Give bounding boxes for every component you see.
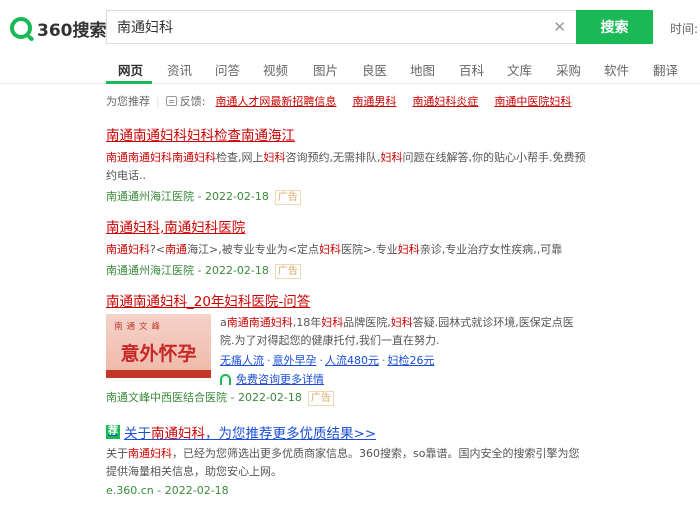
desc-text: ，已经为您筛选出更多优质商家信息。360搜索，so靠谱。国内安全的搜索引擎为您提… (106, 447, 580, 478)
desc-text: 关于 (106, 447, 128, 460)
search-result: 南通南通妇科妇科检查南通海江 南通南通妇科南通妇科检查,网上妇科咨询预约,无需排… (106, 124, 586, 205)
tab-map[interactable]: 地图 (410, 60, 435, 79)
highlight-text: 妇科 (263, 151, 286, 164)
clear-icon[interactable]: ✕ (553, 18, 566, 36)
highlight-text: 妇科 (397, 243, 420, 256)
desc-text: ?< (150, 243, 166, 256)
highlight-text: 妇科 (380, 151, 403, 164)
title-text: ，为您推荐更多优质结果>> (205, 426, 377, 442)
result-title[interactable]: 荐 关于 南通妇科 ，为您推荐更多优质结果>> (106, 422, 586, 442)
ad-image-headline: 意外怀孕 (120, 343, 197, 365)
tab-translate[interactable]: 翻译 (653, 60, 678, 79)
tab-web[interactable]: 网页 (118, 60, 143, 79)
ad-sublink[interactable]: 人流480元 (325, 354, 379, 367)
tab-purchase[interactable]: 采购 (556, 60, 581, 79)
feedback-label[interactable]: 反馈: (180, 93, 206, 109)
result-title[interactable]: 南通南通妇科_20年妇科医院-问答 (106, 290, 586, 310)
highlight-text: 妇科 (321, 316, 344, 329)
result-description: 关于南通妇科，已经为您筛选出更多优质商家信息。360搜索，so靠谱。国内安全的搜… (106, 445, 586, 481)
header: 360搜索 ✕ 搜索 时间: 不限 (0, 0, 700, 56)
logo-ring-icon (10, 17, 32, 39)
ad-sublinks: 无痛人流 · 意外早孕 · 人流480元 · 妇检26元 (220, 352, 580, 368)
highlight-text: 南通妇科 (151, 426, 205, 442)
highlight-text: 南通南通妇科 (226, 316, 293, 329)
recommend-label: 为您推荐 (106, 95, 150, 108)
result-source: 南通通州海江医院 - 2022-02-18 广告 (106, 262, 586, 279)
time-filter[interactable]: 时间: 不限 (670, 20, 700, 37)
tab-qa[interactable]: 问答 (215, 60, 240, 79)
highlight-text: 南通妇科 (128, 447, 172, 460)
separator: · (319, 354, 324, 367)
recommend-link[interactable]: 南通人才网最新招聘信息 (215, 93, 336, 109)
search-button[interactable]: 搜索 (576, 10, 653, 44)
ad-badge: 广告 (274, 190, 301, 205)
logo[interactable]: 360搜索 (10, 14, 107, 42)
tab-news[interactable]: 资讯 (167, 60, 192, 79)
ad-body: a南通南通妇科,18年妇科品牌医院,妇科答疑.园林式就诊环境,医保定点医院.为了… (220, 314, 580, 387)
divider: | (156, 94, 160, 108)
desc-text: 咨询预约,无需排队, (285, 151, 381, 164)
tab-video[interactable]: 视频 (263, 60, 288, 79)
desc-text: 海江>,被专业专业为<定点 (187, 243, 319, 256)
desc-text: a (220, 316, 227, 329)
tab-software[interactable]: 软件 (604, 60, 629, 79)
search-result-ad: 南通南通妇科_20年妇科医院-问答 南通文峰 意外怀孕 a南通南通妇科,18年妇… (106, 290, 586, 406)
separator: · (382, 354, 386, 367)
ad-badge: 广告 (307, 391, 334, 406)
search-box: ✕ (106, 10, 576, 44)
highlight-text: 南通南通妇科南通妇科 (106, 151, 216, 164)
ad-sublink[interactable]: 意外早孕 (273, 354, 317, 367)
ad-sublink[interactable]: 妇检26元 (388, 354, 435, 367)
desc-text: 检查,网上 (216, 151, 264, 164)
search-result: 南通妇科,南通妇科医院 南通妇科?<南通海江>,被专业专业为<定点妇科医院>.专… (106, 216, 586, 279)
highlight-text: 妇科 (390, 316, 413, 329)
highlight-text: 南通 (165, 243, 188, 256)
desc-text: ,18年 (292, 316, 322, 329)
recommend-link[interactable]: 南通男科 (352, 93, 396, 109)
feedback-icon[interactable] (165, 96, 177, 106)
ad-image[interactable]: 南通文峰 意外怀孕 (106, 314, 211, 378)
highlight-text: 南通妇科 (106, 243, 150, 256)
desc-text: 品牌医院, (343, 316, 391, 329)
tab-baike[interactable]: 百科 (459, 60, 484, 79)
recommend-link[interactable]: 南通中医院妇科 (494, 93, 571, 109)
logo-text: 360搜索 (37, 20, 107, 41)
tab-wenku[interactable]: 文库 (507, 60, 532, 79)
search-input[interactable] (107, 19, 537, 35)
recommend-badge: 荐 (106, 425, 120, 439)
recommend-bar: 为您推荐 | 反馈: 南通人才网最新招聘信息 南通男科 南通妇科炎症 南通中医院… (106, 93, 587, 109)
ad-badge: 广告 (274, 264, 301, 279)
active-tab-underline (106, 81, 152, 84)
source-text: 南通通州海江医院 - 2022-02-18 (106, 190, 269, 203)
desc-text: 亲诊,专业治疗女性疾病,,可靠 (419, 243, 563, 256)
result-source: 南通文峰中西医结合医院 - 2022-02-18 广告 (106, 389, 334, 406)
result-description: 南通妇科?<南通海江>,被专业专业为<定点妇科医院>.专业妇科亲诊,专业治疗女性… (106, 241, 586, 259)
ad-sublink[interactable]: 无痛人流 (220, 354, 264, 367)
ad-image-caption: 南通文峰 (114, 322, 165, 332)
tab-doctor[interactable]: 良医 (362, 60, 387, 79)
title-text: 关于 (124, 426, 151, 442)
headset-icon (220, 373, 231, 385)
consult-label: 免费咨询更多详情 (236, 373, 324, 386)
source-text: 南通通州海江医院 - 2022-02-18 (106, 264, 269, 277)
result-description: 南通南通妇科南通妇科检查,网上妇科咨询预约,无需排队,妇科问题在线解答,你的贴心… (106, 149, 586, 185)
consult-link[interactable]: 免费咨询更多详情 (220, 371, 580, 387)
search-result-recommend: 荐 关于 南通妇科 ，为您推荐更多优质结果>> 关于南通妇科，已经为您筛选出更多优质… (106, 422, 586, 497)
result-title[interactable]: 南通南通妇科妇科检查南通海江 (106, 124, 586, 144)
result-source: e.360.cn - 2022-02-18 (106, 484, 229, 497)
recommend-link[interactable]: 南通妇科炎症 (412, 93, 478, 109)
result-source: 南通通州海江医院 - 2022-02-18 广告 (106, 188, 586, 205)
result-title[interactable]: 南通妇科,南通妇科医院 (106, 216, 586, 236)
result-description: a南通南通妇科,18年妇科品牌医院,妇科答疑.园林式就诊环境,医保定点医院.为了… (220, 314, 580, 350)
nav-tabs: 网页 资讯 问答 视频 图片 良医 地图 百科 文库 采购 软件 翻译 (0, 56, 700, 84)
highlight-text: 妇科 (319, 243, 341, 256)
desc-text: 医院>.专业 (341, 243, 398, 256)
ad-image-band (106, 370, 211, 378)
separator: · (267, 354, 271, 367)
source-text: 南通文峰中西医结合医院 - 2022-02-18 (106, 391, 302, 404)
tab-images[interactable]: 图片 (313, 60, 338, 79)
